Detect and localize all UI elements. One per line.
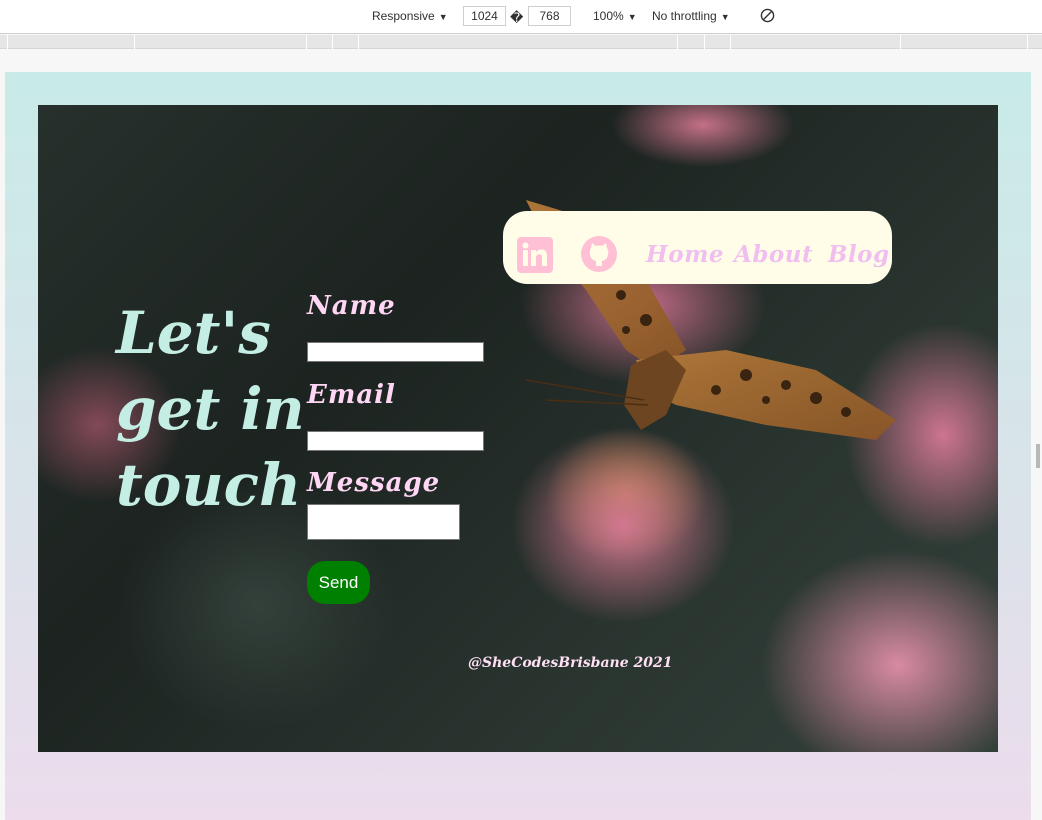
nav-link-about[interactable]: About — [734, 241, 813, 268]
media-query-ruler[interactable] — [0, 35, 1042, 49]
email-field[interactable] — [307, 431, 484, 451]
width-input[interactable]: 1024 — [463, 6, 506, 26]
nav-link-blog[interactable]: Blog — [828, 241, 890, 268]
github-icon[interactable] — [580, 235, 618, 278]
name-label: Name — [307, 291, 396, 321]
nav-link-home[interactable]: Home — [646, 241, 724, 268]
page-heading: Let's get in touch — [116, 295, 306, 523]
message-field[interactable] — [307, 504, 460, 540]
resize-handle[interactable] — [1036, 444, 1040, 468]
rotate-icon[interactable] — [760, 8, 775, 26]
name-field[interactable] — [307, 342, 484, 362]
send-button[interactable]: Send — [307, 561, 370, 604]
dimension-separator: � — [510, 10, 524, 25]
throttling-select[interactable]: No throttling ▼ — [652, 9, 730, 23]
zoom-select[interactable]: 100% ▼ — [593, 9, 637, 23]
chevron-down-icon: ▼ — [627, 12, 637, 22]
message-label: Message — [307, 468, 441, 498]
chevron-down-icon: ▼ — [438, 12, 448, 22]
device-select[interactable]: Responsive ▼ — [372, 9, 448, 23]
chevron-down-icon: ▼ — [720, 12, 730, 22]
throttling-select-label: No throttling — [652, 9, 717, 23]
linkedin-icon[interactable] — [517, 237, 553, 278]
nav-bar: Home About Blog — [503, 211, 892, 284]
hero-section: Home About Blog Let's get in touch Name … — [38, 105, 998, 752]
heading-line: touch — [116, 451, 302, 519]
device-select-label: Responsive — [372, 9, 435, 23]
heading-line: get in — [116, 375, 305, 443]
zoom-select-label: 100% — [593, 9, 624, 23]
heading-line: Let's — [116, 299, 271, 367]
height-input[interactable]: 768 — [528, 6, 571, 26]
devtools-device-toolbar: Responsive ▼ 1024 � 768 100% ▼ No throttli… — [0, 0, 1042, 34]
footer-credit: @SheCodesBrisbane 2021 — [468, 655, 673, 671]
email-label: Email — [307, 380, 396, 410]
page-viewport: Home About Blog Let's get in touch Name … — [5, 72, 1031, 820]
